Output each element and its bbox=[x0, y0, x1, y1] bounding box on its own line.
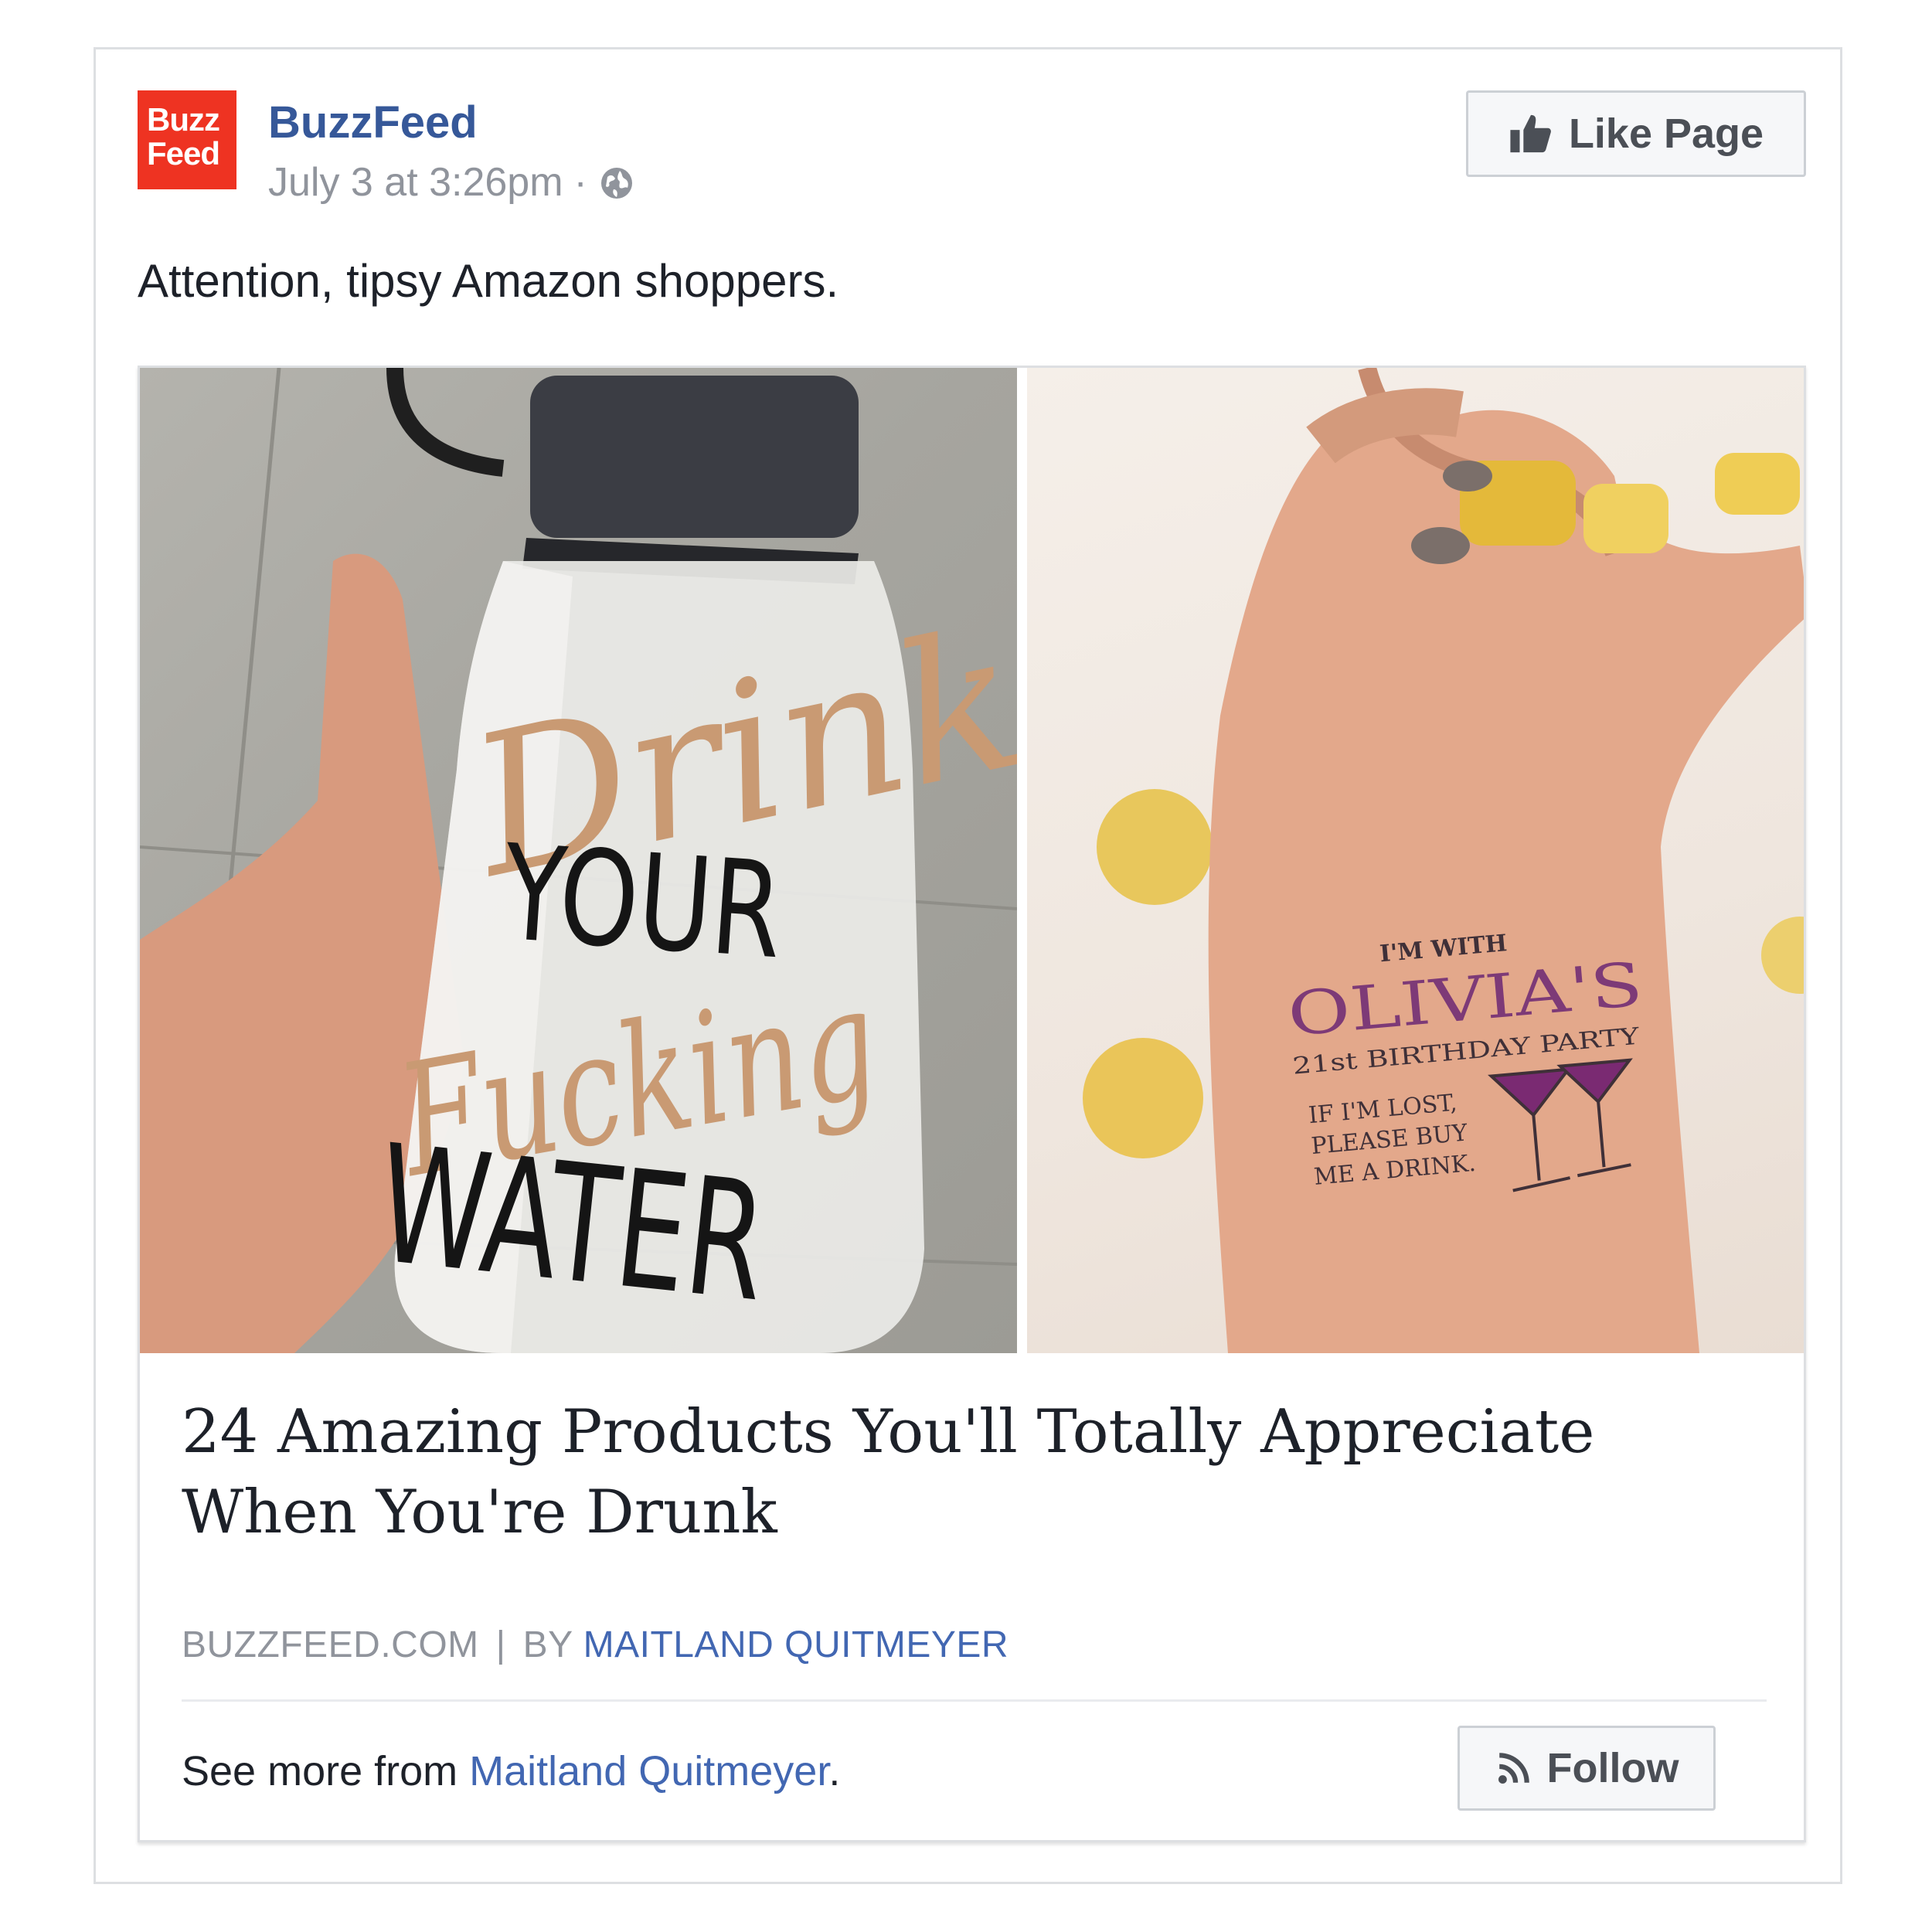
by-label: BY bbox=[522, 1624, 573, 1665]
divider bbox=[182, 1699, 1767, 1702]
feed-post: Buzz Feed BuzzFeed July 3 at 3:26pm · Li… bbox=[94, 47, 1842, 1884]
source-pipe: | bbox=[495, 1624, 506, 1665]
avatar-logo-line-1: Buzz bbox=[147, 101, 220, 138]
like-page-button[interactable]: Like Page bbox=[1466, 90, 1806, 177]
link-source-line: BUZZFEED.COM | BY MAITLAND QUITMEYER bbox=[182, 1624, 1009, 1666]
like-page-label: Like Page bbox=[1568, 111, 1764, 157]
water-bottle-image[interactable]: Drink YOUR Fucking WATER bbox=[140, 368, 1017, 1353]
thumbs-up-icon bbox=[1510, 114, 1551, 153]
follow-button[interactable]: Follow bbox=[1458, 1726, 1716, 1811]
author-link[interactable]: MAITLAND QUITMEYER bbox=[583, 1624, 1009, 1665]
see-more-prefix: See more from bbox=[182, 1748, 458, 1794]
link-domain: BUZZFEED.COM bbox=[182, 1624, 479, 1665]
wrist-tattoo-image[interactable]: I'M WITH OLIVIA'S 21st BIRTHDAY PARTY IF… bbox=[1027, 368, 1804, 1353]
post-timestamp[interactable]: July 3 at 3:26pm bbox=[268, 158, 563, 207]
link-attachment[interactable]: Drink YOUR Fucking WATER I'M WITH OLIVIA… bbox=[138, 366, 1806, 1842]
post-message: Attention, tipsy Amazon shoppers. bbox=[138, 255, 839, 307]
page-name-link[interactable]: BuzzFeed bbox=[268, 96, 478, 150]
link-preview-body[interactable]: 24 Amazing Products You'll Totally Appre… bbox=[140, 1353, 1804, 1840]
meta-separator: · bbox=[573, 160, 587, 205]
link-headline[interactable]: 24 Amazing Products You'll Totally Appre… bbox=[182, 1392, 1727, 1553]
rss-icon bbox=[1498, 1753, 1529, 1784]
follow-label: Follow bbox=[1546, 1745, 1679, 1791]
page-avatar[interactable]: Buzz Feed bbox=[138, 90, 236, 189]
globe-icon[interactable] bbox=[598, 164, 635, 201]
bottle-word-your: YOUR bbox=[498, 817, 787, 989]
bottle-word-water: WATER bbox=[370, 1109, 774, 1338]
post-meta: July 3 at 3:26pm · bbox=[268, 158, 635, 207]
see-more-author-link[interactable]: Maitland Quitmeyer bbox=[469, 1748, 828, 1794]
see-more-line: See more from Maitland Quitmeyer. bbox=[182, 1747, 840, 1795]
image-divider bbox=[1017, 368, 1027, 1353]
avatar-logo-line-2: Feed bbox=[147, 135, 220, 172]
see-more-suffix: . bbox=[828, 1748, 841, 1794]
